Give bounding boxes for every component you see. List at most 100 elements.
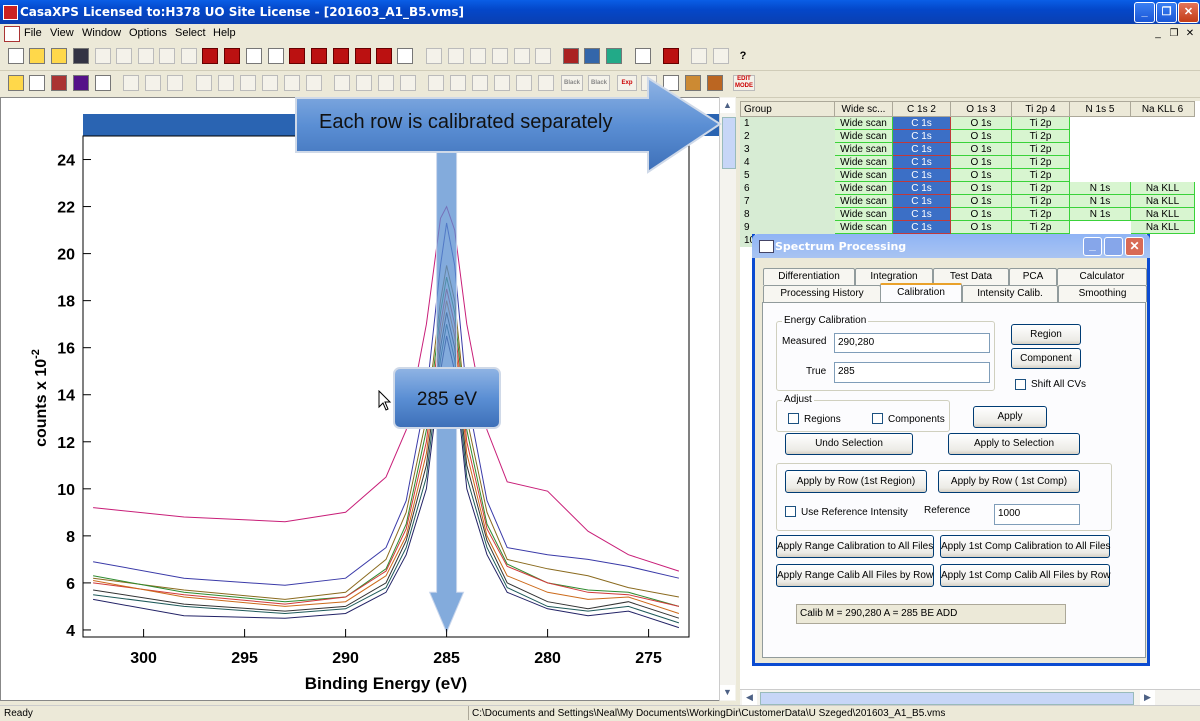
- grid-cell[interactable]: [1130, 142, 1195, 156]
- grid-cell[interactable]: Ti 2p: [1011, 207, 1070, 221]
- grid-cell[interactable]: Wide scan: [834, 155, 893, 169]
- grid-cell[interactable]: Wide scan: [834, 142, 893, 156]
- grid-cell[interactable]: Ti 2p: [1011, 220, 1070, 234]
- print-icon[interactable]: [268, 48, 284, 64]
- grid-header-group[interactable]: Group: [740, 101, 835, 117]
- grid-cell[interactable]: Ti 2p: [1011, 129, 1070, 143]
- grid-cell[interactable]: Wide scan: [834, 181, 893, 195]
- regions-checkbox[interactable]: [788, 413, 799, 424]
- measured-input[interactable]: 290,280: [834, 333, 990, 353]
- grid-cell[interactable]: C 1s: [892, 155, 951, 169]
- arrow-right-icon[interactable]: [123, 75, 139, 91]
- save-red-icon[interactable]: [355, 48, 371, 64]
- arrow-icon[interactable]: [563, 48, 579, 64]
- menu-window[interactable]: Window: [82, 27, 121, 39]
- grid-row-group[interactable]: 5: [740, 168, 835, 182]
- overlay-icon[interactable]: [95, 75, 111, 91]
- document-icon[interactable]: [4, 26, 20, 42]
- grid-cell[interactable]: N 1s: [1069, 194, 1131, 208]
- grid-cell[interactable]: [1130, 168, 1195, 182]
- arrow-icon[interactable]: [606, 48, 622, 64]
- scroll-left-icon[interactable]: ◀: [742, 690, 757, 705]
- tab-calibration[interactable]: Calibration: [880, 283, 962, 302]
- use-reference-checkbox[interactable]: [785, 506, 796, 517]
- apply-comp-by-row-button[interactable]: Apply 1st Comp Calib All Files by Row: [940, 564, 1111, 587]
- grid-horizontal-scrollbar[interactable]: ◀ ▶: [740, 689, 1200, 706]
- maximize-button[interactable]: ❐: [1156, 2, 1177, 23]
- grid-cell[interactable]: Wide scan: [834, 168, 893, 182]
- grid-cell[interactable]: C 1s: [892, 207, 951, 221]
- grid-cell[interactable]: Na KLL: [1130, 194, 1195, 208]
- grid-cell[interactable]: [1130, 155, 1195, 169]
- save-red-icon[interactable]: [333, 48, 349, 64]
- menu-help[interactable]: Help: [213, 27, 236, 39]
- grid-cell[interactable]: Ti 2p: [1011, 181, 1070, 195]
- component-button[interactable]: Component: [1011, 348, 1081, 369]
- grid-cell[interactable]: Wide scan: [834, 116, 893, 130]
- help-icon[interactable]: ?: [735, 48, 751, 64]
- overlay-icon[interactable]: [51, 75, 67, 91]
- grid-cell[interactable]: C 1s: [892, 181, 951, 195]
- grid-cell[interactable]: N 1s: [1069, 207, 1131, 221]
- grid-row[interactable]: 3 Wide scan C 1s O 1s Ti 2p: [740, 142, 1195, 156]
- apply-by-row-comp-button[interactable]: Apply by Row ( 1st Comp): [938, 470, 1080, 493]
- window-icon[interactable]: [470, 48, 486, 64]
- print-preview-icon[interactable]: [691, 48, 707, 64]
- grid-row-group[interactable]: 2: [740, 129, 835, 143]
- grid-header-wide[interactable]: Wide sc...: [834, 101, 893, 117]
- grid-cell[interactable]: Wide scan: [834, 220, 893, 234]
- grid-cell[interactable]: O 1s: [950, 168, 1012, 182]
- tile-icon[interactable]: [202, 48, 218, 64]
- apply-by-row-region-button[interactable]: Apply by Row (1st Region): [785, 470, 927, 493]
- calculator-icon[interactable]: [635, 48, 651, 64]
- save-red-icon[interactable]: [311, 48, 327, 64]
- grid-row[interactable]: 1 Wide scan C 1s O 1s Ti 2p: [740, 116, 1195, 130]
- database-icon[interactable]: [397, 48, 413, 64]
- zoom-icon[interactable]: [262, 75, 278, 91]
- grid-row-group[interactable]: 1: [740, 116, 835, 130]
- dialog-title-bar[interactable]: Spectrum Processing _ ✕: [752, 234, 1150, 258]
- grid-header-c1s[interactable]: C 1s 2: [892, 101, 951, 117]
- region-button[interactable]: Region: [1011, 324, 1081, 345]
- grid-header-o1s[interactable]: O 1s 3: [950, 101, 1012, 117]
- grid-cell[interactable]: O 1s: [950, 194, 1012, 208]
- dialog-maximize-button[interactable]: [1104, 237, 1123, 256]
- tool-icon[interactable]: [663, 48, 679, 64]
- grid-cell[interactable]: Ti 2p: [1011, 142, 1070, 156]
- overlay-icon[interactable]: [73, 75, 89, 91]
- tab-calculator[interactable]: Calculator: [1057, 268, 1147, 285]
- window-icon[interactable]: [448, 48, 464, 64]
- tab-processing-history[interactable]: Processing History: [763, 285, 881, 302]
- edit-mode-button[interactable]: EDIT MODE: [733, 75, 755, 91]
- grid-cell[interactable]: [1130, 129, 1195, 143]
- grid-row-group[interactable]: 8: [740, 207, 835, 221]
- grid-cell[interactable]: Wide scan: [834, 194, 893, 208]
- tab-pca[interactable]: PCA: [1009, 268, 1057, 285]
- components-checkbox[interactable]: [872, 413, 883, 424]
- menu-select[interactable]: Select: [175, 27, 206, 39]
- grid-cell[interactable]: C 1s: [892, 142, 951, 156]
- tab-smoothing[interactable]: Smoothing: [1058, 285, 1147, 302]
- grid-cell[interactable]: O 1s: [950, 142, 1012, 156]
- paste-icon[interactable]: [138, 48, 154, 64]
- grid-row[interactable]: 4 Wide scan C 1s O 1s Ti 2p: [740, 155, 1195, 169]
- arrow-left-icon[interactable]: [145, 75, 161, 91]
- apply-range-by-row-button[interactable]: Apply Range Calib All Files by Row: [776, 564, 934, 587]
- grid-row-group[interactable]: 7: [740, 194, 835, 208]
- grid-cell[interactable]: [1069, 220, 1131, 234]
- menu-view[interactable]: View: [50, 27, 74, 39]
- overlay-icon[interactable]: [8, 75, 24, 91]
- grid-cell[interactable]: O 1s: [950, 155, 1012, 169]
- grid-cell[interactable]: O 1s: [950, 181, 1012, 195]
- grid-cell[interactable]: O 1s: [950, 207, 1012, 221]
- apply-comp-all-files-button[interactable]: Apply 1st Comp Calibration to All Files: [940, 535, 1111, 558]
- window-icon[interactable]: [492, 48, 508, 64]
- paste-icon[interactable]: [159, 48, 175, 64]
- apply-range-all-files-button[interactable]: Apply Range Calibration to All Files: [776, 535, 934, 558]
- undo-selection-button[interactable]: Undo Selection: [785, 433, 913, 455]
- grid-row[interactable]: 6 Wide scan C 1s O 1s Ti 2p N 1s Na KLL: [740, 181, 1195, 195]
- scroll-thumb[interactable]: [722, 117, 736, 169]
- grid-header-n1s[interactable]: N 1s 5: [1069, 101, 1131, 117]
- scroll-down-icon[interactable]: ▼: [720, 685, 735, 700]
- grid-cell[interactable]: Na KLL: [1130, 207, 1195, 221]
